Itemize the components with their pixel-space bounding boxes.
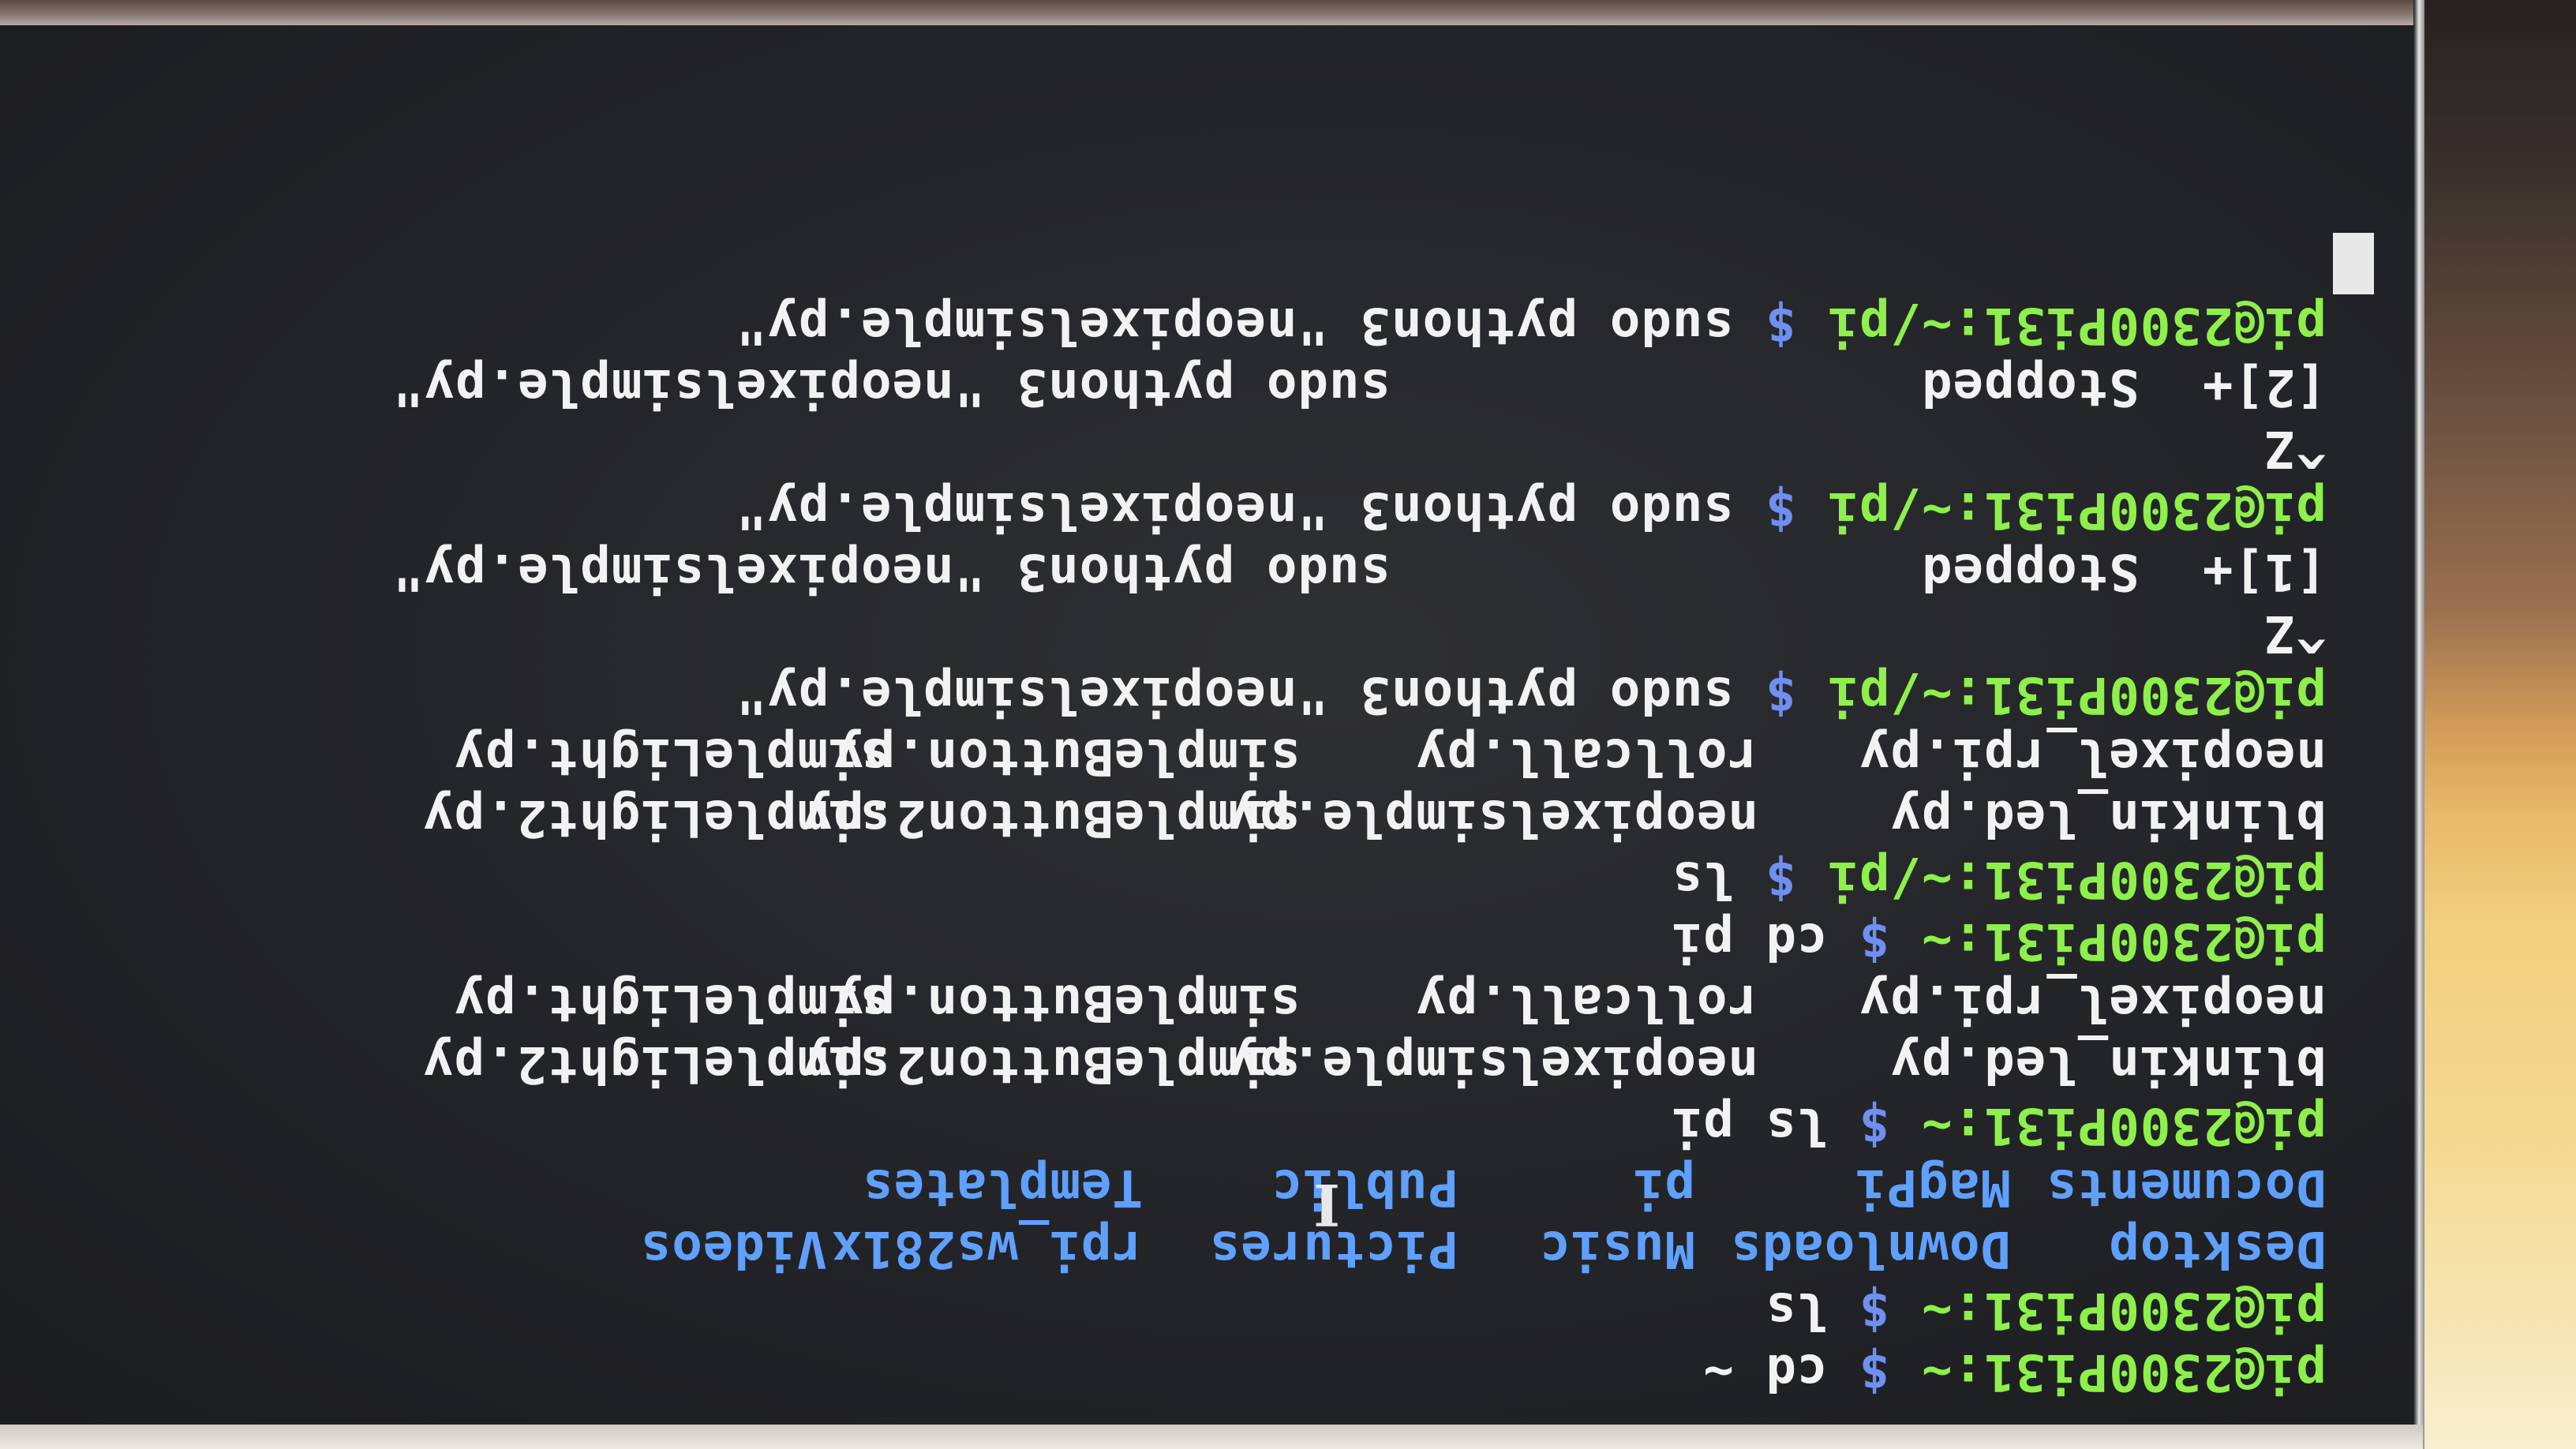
background-scene — [2423, 0, 2576, 1449]
command-text: sudo python3 "neopixelsimple.py" — [735, 481, 1734, 539]
terminal-line: [2]+ Stopped sudo python3 "neopixelsimpl… — [38, 356, 2327, 417]
command-text: ls — [1671, 850, 1734, 908]
directory-entry: Downloads — [1730, 1219, 2011, 1278]
command-text: cd ~ — [1702, 1342, 1828, 1401]
prompt-user-host: pi@2300Pi31:~/pi — [1827, 850, 2327, 908]
file-entry: neopixelsimple.py — [1227, 788, 1758, 847]
prompt-user-host: pi@2300Pi31:~/pi — [1827, 665, 2327, 724]
terminal-line: neopixel_rpi.py rollcall.py simpleButton.p… — [38, 725, 2327, 787]
file-entry: neopixel_rpi.py — [1859, 727, 2327, 785]
terminal-line: pi@2300Pi31:~/pi $ sudo python3 "neopixe… — [38, 664, 2327, 725]
prompt-dollar: $ — [1859, 1342, 1890, 1401]
file-entry: blinkin_led.py — [1889, 1035, 2327, 1093]
terminal-line: pi@2300Pi31:~ $ cd ~ — [38, 1341, 2327, 1402]
prompt-dollar: $ — [1765, 296, 1796, 354]
prompt-dollar: $ — [1859, 1096, 1890, 1155]
terminal-line: pi@2300Pi31:~/pi $ sudo python3 "neopixe… — [38, 479, 2327, 541]
directory-entry: Public — [1271, 1158, 1458, 1216]
file-entry: neopixelsimple.py — [1227, 1035, 1758, 1093]
file-entry: simpleButton.py — [833, 973, 1301, 1032]
terminal-line: Documents MagPi pi Public Templates — [38, 1156, 2327, 1218]
file-entry: simpleLight.py — [453, 727, 890, 785]
output-text: [1]+ Stopped sudo python3 "neopixelsimpl… — [392, 542, 2327, 601]
monitor-bottom-bezel — [0, 1425, 2423, 1449]
directory-entry: Videos — [639, 1219, 827, 1278]
prompt-dollar: $ — [1765, 481, 1796, 539]
command-text: sudo python3 "neopixelsimple.py" — [735, 296, 1734, 354]
file-entry: simpleLight2.py — [422, 1035, 890, 1093]
prompt-dollar: $ — [1859, 912, 1890, 970]
prompt-user-host: pi@2300Pi31:~ — [1921, 1281, 2327, 1339]
command-text: cd pi — [1671, 912, 1828, 970]
terminal-line: blinkin_led.py neopixelsimple.py simpleBut… — [38, 1033, 2327, 1095]
prompt-user-host: pi@2300Pi31:~ — [1921, 1096, 2327, 1155]
monitor-right-edge — [2413, 0, 2424, 1449]
prompt-user-host: pi@2300Pi31:~ — [1921, 912, 2327, 970]
prompt-dollar: $ — [1859, 1281, 1890, 1339]
directory-entry: pi — [1632, 1158, 1695, 1216]
prompt-dollar: $ — [1765, 850, 1796, 908]
mouse-ibeam-cursor: I — [1313, 1171, 1340, 1238]
directory-entry: Music — [1539, 1219, 1695, 1278]
directory-entry: MagPi — [1855, 1158, 2011, 1216]
output-text: ^Z — [2263, 419, 2327, 477]
prompt-dollar: $ — [1765, 665, 1796, 724]
terminal-line: ^Z — [38, 417, 2327, 479]
terminal-line: pi@2300Pi31:~ $ cd pi — [38, 910, 2327, 972]
directory-entry: Templates — [862, 1158, 1143, 1216]
prompt-user-host: pi@2300Pi31:~ — [1921, 1342, 2327, 1401]
terminal-line: pi@2300Pi31:~ $ ls — [38, 1279, 2327, 1341]
file-entry: simpleButton.py — [833, 727, 1301, 785]
directory-entry: rpi_ws281x — [830, 1219, 1143, 1278]
terminal-line: blinkin_led.py neopixelsimple.py simpleBut… — [38, 787, 2327, 848]
prompt-user-host: pi@2300Pi31:~/pi — [1827, 296, 2327, 354]
file-entry: neopixel_rpi.py — [1859, 973, 2327, 1032]
terminal-line: Desktop Downloads Music Pictures rpi_ws281x V… — [38, 1218, 2327, 1279]
prompt-user-host: pi@2300Pi31:~/pi — [1827, 481, 2327, 539]
file-entry: simpleLight.py — [453, 973, 890, 1032]
output-text: [2]+ Stopped sudo python3 "neopixelsimpl… — [392, 358, 2327, 416]
file-entry: rollcall.py — [1415, 727, 1758, 785]
file-entry: blinkin_led.py — [1889, 788, 2327, 847]
terminal-line: [1]+ Stopped sudo python3 "neopixelsimpl… — [38, 541, 2327, 602]
monitor-top-bezel — [0, 0, 2576, 25]
directory-entry: Documents — [2046, 1158, 2327, 1216]
terminal-line: pi@2300Pi31:~ $ ls pi — [38, 1095, 2327, 1156]
terminal-line: ^Z — [38, 602, 2327, 664]
terminal-line: neopixel_rpi.py rollcall.py simpleButton.p… — [38, 972, 2327, 1033]
command-text: ls pi — [1671, 1096, 1828, 1155]
terminal-line: pi@2300Pi31:~/pi $ sudo python3 "neopixe… — [38, 294, 2327, 356]
command-text: sudo python3 "neopixelsimple.py" — [735, 665, 1734, 724]
output-text: ^Z — [2263, 604, 2327, 662]
terminal-output: pi@2300Pi31:~ $ cd ~ pi@2300Pi31:~ $ ls De… — [38, 233, 2374, 1402]
text-cursor-block — [2333, 233, 2374, 294]
file-entry: rollcall.py — [1415, 973, 1758, 1032]
directory-entry: Desktop — [2108, 1219, 2327, 1278]
terminal-body: pi@2300Pi31:~ $ cd ~ pi@2300Pi31:~ $ ls De… — [0, 25, 2413, 1425]
file-entry: simpleLight2.py — [422, 788, 890, 847]
command-text: ls — [1765, 1281, 1828, 1339]
terminal-window[interactable]: pi@2300Pi31:~ $ cd ~ pi@2300Pi31:~ $ ls De… — [0, 25, 2413, 1425]
terminal-line: pi@2300Pi31:~/pi $ ls — [38, 848, 2327, 910]
